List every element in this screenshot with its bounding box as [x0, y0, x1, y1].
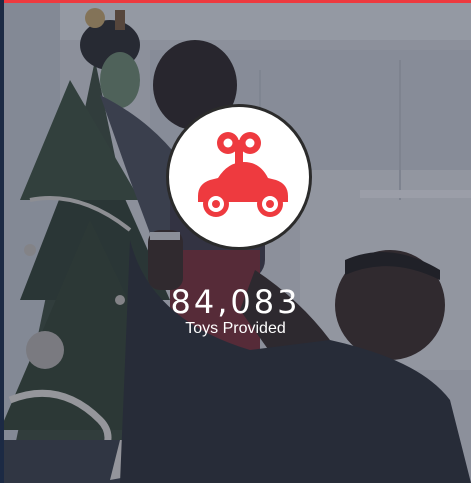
- stat-block: 84,083 Toys Provided: [0, 283, 471, 339]
- accent-strip: [0, 0, 471, 3]
- stat-value: 84,083: [170, 283, 301, 321]
- toy-icon-badge: [166, 104, 312, 250]
- card-left-edge: [0, 0, 4, 483]
- stat-label: Toys Provided: [185, 320, 286, 337]
- impact-stat-card: 84,083 Toys Provided: [0, 0, 471, 483]
- wind-up-toy-car-icon: [198, 132, 288, 217]
